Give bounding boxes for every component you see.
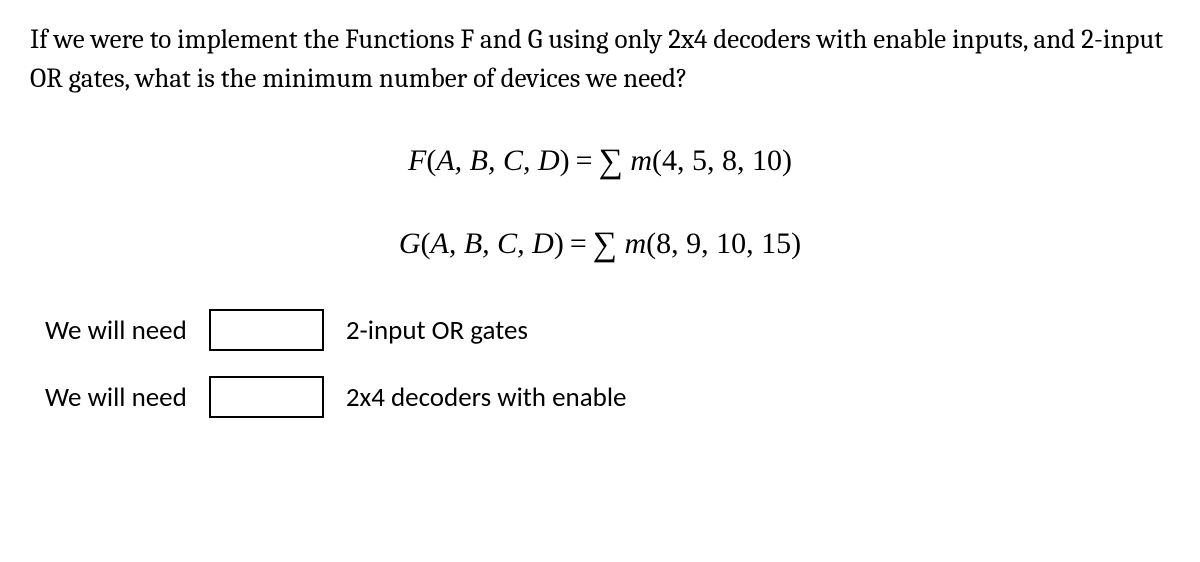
formula-f-container: F(A, B, C, D)=∑ m(4, 5, 8, 10) xyxy=(30,143,1170,181)
or-gates-input[interactable] xyxy=(209,309,324,351)
answer-suffix-2: 2x4 decoders with enable xyxy=(346,381,627,414)
answer-prefix-2: We will need xyxy=(45,381,187,414)
answer-row-decoders: We will need 2x4 decoders with enable xyxy=(30,376,1170,418)
answer-row-or-gates: We will need 2-input OR gates xyxy=(30,309,1170,351)
formula-g: G(A, B, C, D)=∑ m(8, 9, 10, 15) xyxy=(399,226,801,264)
formula-f: F(A, B, C, D)=∑ m(4, 5, 8, 10) xyxy=(408,143,792,181)
answer-suffix-1: 2-input OR gates xyxy=(346,314,528,347)
decoders-input[interactable] xyxy=(209,376,324,418)
question-text: If we were to implement the Functions F … xyxy=(30,20,1170,98)
formula-g-container: G(A, B, C, D)=∑ m(8, 9, 10, 15) xyxy=(30,226,1170,264)
answer-prefix-1: We will need xyxy=(45,314,187,347)
